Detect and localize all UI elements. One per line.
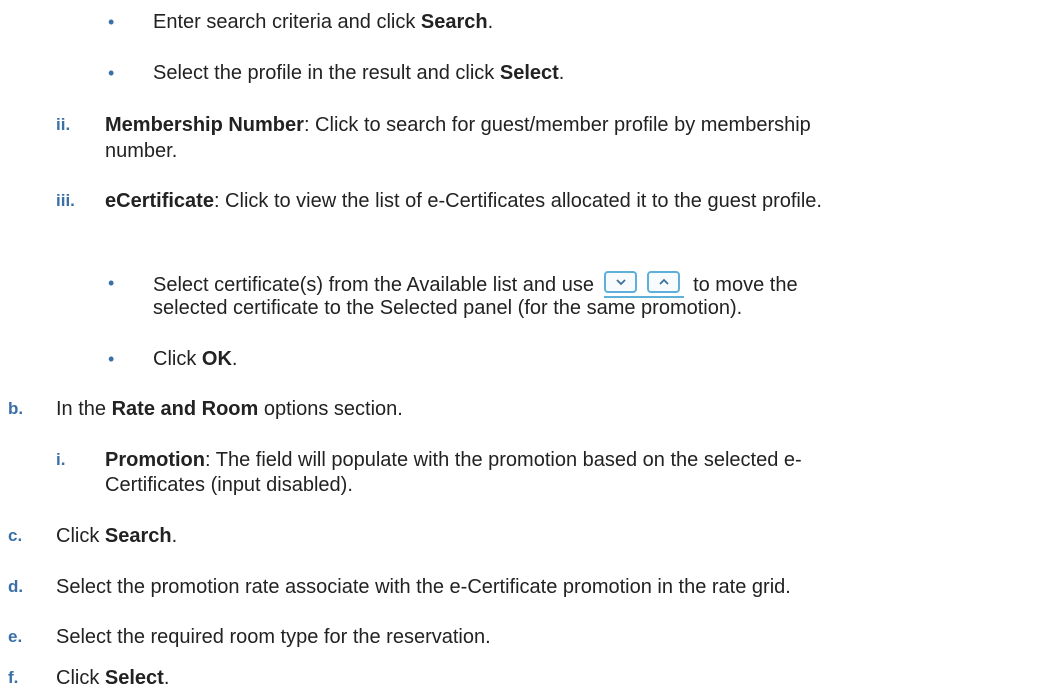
procedure-page: { "steps": { "search_bullet": {"pre": "E… [0,0,1061,689]
step-select-profile: Select the profile in the result and cli… [153,62,565,84]
bullet-marker: • [108,273,115,293]
chevron-down-icon [603,271,637,293]
step-promotion: Promotion: The field will populate with … [105,449,802,471]
item-marker-i: i. [56,450,66,469]
step-click-search: Click Search. [56,525,178,547]
step-click-select: Click Select. [56,667,170,689]
step-select-certificates: Select certificate(s) from the Available… [153,271,798,298]
move-buttons-illustration [603,271,684,298]
step-ecertificate: eCertificate: Click to view the list of … [105,190,822,212]
chevron-up-icon [646,271,680,293]
step-promotion-cont: Certificates (input disabled). [105,474,353,496]
step-membership-number-cont: number. [105,140,178,162]
item-marker-b: b. [8,399,24,418]
item-marker-d: d. [8,577,24,596]
bullet-marker: • [108,12,115,32]
item-marker-iii: iii. [56,191,75,210]
step-select-room-type: Select the required room type for the re… [56,626,491,648]
bullet-marker: • [108,349,115,369]
step-select-promotion-rate: Select the promotion rate associate with… [56,576,791,598]
bullet-marker: • [108,63,115,83]
step-membership-number: Membership Number: Click to search for g… [105,114,811,136]
item-marker-f: f. [8,668,19,687]
step-rate-and-room: In the Rate and Room options section. [56,398,403,420]
step-enter-search: Enter search criteria and click Search. [153,11,494,33]
step-select-certificates-cont: selected certificate to the Selected pan… [153,297,743,319]
item-marker-c: c. [8,526,23,545]
item-marker-e: e. [8,627,23,646]
item-marker-ii: ii. [56,115,71,134]
step-click-ok: Click OK. [153,348,238,370]
